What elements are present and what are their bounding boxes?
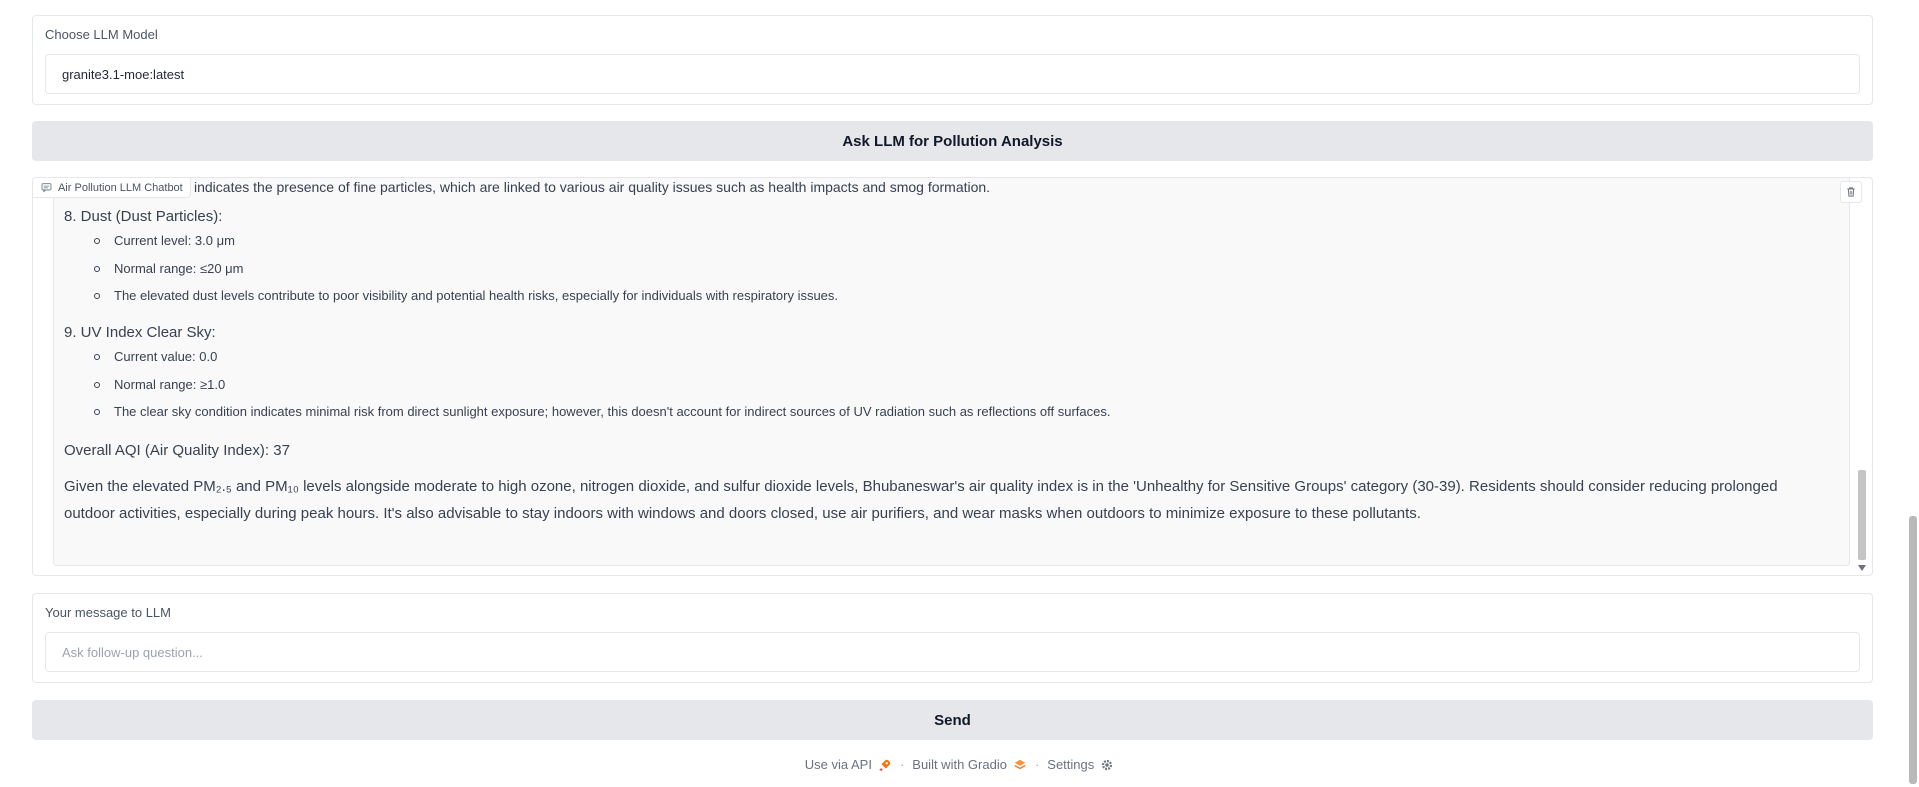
footer-separator: · xyxy=(1034,757,1040,772)
chat-icon xyxy=(41,183,52,193)
section-heading-dust: 8. Dust (Dust Particles): xyxy=(64,208,223,225)
send-button[interactable]: Send xyxy=(32,700,1873,740)
message-partial-line: indicates the presence of fine particles… xyxy=(194,179,991,195)
summary-paragraph: Given the elevated PM₂.₅ and PM₁₀ levels… xyxy=(64,478,1778,522)
use-via-api-label: Use via API xyxy=(804,757,872,772)
bullet-dot xyxy=(94,266,100,272)
scroll-down-arrow-icon[interactable] xyxy=(1858,565,1866,571)
list-item: Current level: 3.0 μm xyxy=(114,233,235,248)
footer-separator: · xyxy=(899,757,905,772)
list-item: Current value: 0.0 xyxy=(114,349,218,364)
gear-icon xyxy=(1102,759,1113,770)
bot-message-bubble: indicates the presence of fine particles… xyxy=(53,178,1850,566)
gradio-app: Choose LLM Model granite3.1-moe:latest A… xyxy=(0,0,1919,787)
trash-icon xyxy=(1847,187,1855,197)
section-heading-uv: 9. UV Index Clear Sky: xyxy=(64,324,216,341)
footer: Use via API · Built with Gradio · Settin… xyxy=(0,757,1919,772)
chat-scrollbar[interactable] xyxy=(1858,470,1866,560)
rocket-icon xyxy=(879,759,891,771)
ask-llm-analysis-button[interactable]: Ask LLM for Pollution Analysis xyxy=(32,121,1873,161)
built-with-gradio-label: Built with Gradio xyxy=(912,757,1007,772)
page-scrollbar[interactable] xyxy=(1909,516,1917,784)
built-with-gradio-link[interactable]: Built with Gradio xyxy=(912,757,1027,772)
use-via-api-link[interactable]: Use via API xyxy=(805,757,892,772)
bullet-dot xyxy=(94,409,100,415)
overall-aqi-text: Overall AQI (Air Quality Index): 37 xyxy=(64,442,290,459)
list-item: The elevated dust levels contribute to p… xyxy=(114,288,839,303)
chatbot-label: Air Pollution LLM Chatbot xyxy=(58,181,183,194)
chatbot-panel: Air Pollution LLM Chatbot indicates the … xyxy=(32,177,1873,576)
settings-link[interactable]: Settings xyxy=(1047,757,1114,772)
clear-chat-button[interactable] xyxy=(1840,181,1862,203)
list-item: Normal range: ≥1.0 xyxy=(114,377,226,392)
model-select-input[interactable]: granite3.1-moe:latest xyxy=(45,54,1860,94)
model-select-label: Choose LLM Model xyxy=(45,27,158,42)
gradio-logo-icon xyxy=(1014,759,1026,769)
list-item: Normal range: ≤20 μm xyxy=(114,261,244,276)
settings-label: Settings xyxy=(1047,757,1095,772)
bullet-dot xyxy=(94,354,100,360)
bullet-dot xyxy=(94,293,100,299)
message-input[interactable]: Ask follow-up question... xyxy=(45,632,1860,672)
model-select-block: Choose LLM Model granite3.1-moe:latest xyxy=(32,15,1873,105)
bullet-dot xyxy=(94,238,100,244)
bullet-dot xyxy=(94,382,100,388)
message-input-block: Your message to LLM Ask follow-up questi… xyxy=(32,593,1873,683)
chatbot-label-tag: Air Pollution LLM Chatbot xyxy=(33,178,191,198)
list-item: The clear sky condition indicates minima… xyxy=(114,404,1111,419)
message-input-label: Your message to LLM xyxy=(45,605,171,620)
